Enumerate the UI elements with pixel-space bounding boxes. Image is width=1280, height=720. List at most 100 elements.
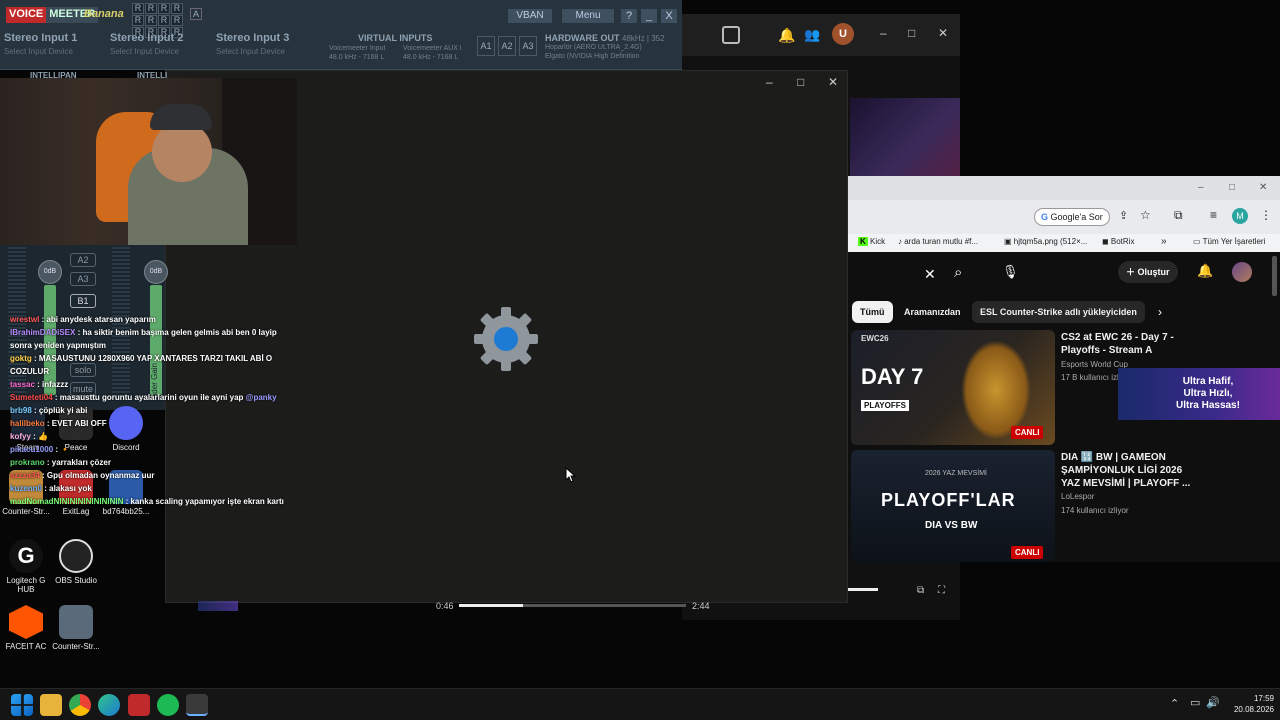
edge-icon[interactable] — [98, 694, 120, 716]
bus-a3-button[interactable]: A3 — [70, 272, 96, 286]
create-button[interactable]: ＋ Oluştur — [1118, 261, 1178, 283]
r-button[interactable]: R — [171, 15, 183, 26]
desktop-icon-cs2[interactable]: Counter-Str... — [50, 605, 102, 651]
tab-search-icon[interactable] — [722, 26, 740, 44]
r-button[interactable]: R — [132, 3, 144, 14]
star-icon[interactable]: ☆ — [1140, 208, 1151, 222]
video-thumbnail[interactable]: EWC26 DAY 7 PLAYOFFS CANLI — [851, 330, 1055, 445]
bookmark-kick[interactable]: K Kick — [858, 237, 885, 246]
vban-button[interactable]: VBAN — [508, 9, 552, 23]
clock[interactable]: 17:59 20.08.2026 — [1224, 693, 1274, 715]
r-button[interactable]: R — [145, 3, 157, 14]
extensions-icon[interactable]: ⧉ — [1174, 208, 1183, 223]
kebab-menu-icon[interactable]: ⋮ — [1260, 208, 1272, 222]
desktop-icon-faceit[interactable]: FACEIT AC — [0, 605, 52, 651]
bookmark-tiktok[interactable]: ♪ arda turan mutlu #f... — [898, 237, 978, 246]
menu-button[interactable]: Menu — [562, 9, 614, 23]
minimize-icon[interactable]: – — [766, 75, 773, 89]
chat-mention[interactable]: @panky — [246, 393, 277, 402]
chevron-right-icon[interactable]: › — [1158, 305, 1162, 319]
avatar[interactable]: U — [832, 23, 854, 45]
bookmark-botrix[interactable]: ◼ BotRix — [1102, 237, 1134, 246]
input-2-name[interactable]: Stereo Input 2 — [110, 32, 183, 44]
share-icon[interactable]: ⇪ — [1119, 209, 1128, 222]
mic-icon[interactable]: 🎙 — [1002, 264, 1019, 280]
chip-from-search[interactable]: Aramanızdan — [896, 301, 969, 323]
gain-knob[interactable]: 0dB — [144, 260, 168, 284]
clear-search-icon[interactable]: ✕ — [924, 266, 936, 283]
input-3-name[interactable]: Stereo Input 3 — [216, 32, 289, 44]
chat-username[interactable]: wrestwl — [10, 315, 39, 324]
media-icon[interactable]: ≡ — [1210, 208, 1217, 222]
ad-banner[interactable]: Ultra Hafif, Ultra Hızlı, Ultra Hassas! — [1118, 368, 1280, 420]
chat-username[interactable]: kofyy — [10, 432, 31, 441]
close-icon[interactable]: ✕ — [828, 75, 838, 89]
video-title[interactable]: CS2 at EWC 26 - Day 7 - Playoffs - Strea… — [1061, 331, 1191, 357]
bus-a2-button[interactable]: A2 — [70, 253, 96, 267]
bus-b1-button[interactable]: B1 — [70, 294, 96, 308]
voicemeeter-icon[interactable] — [128, 694, 150, 716]
input-1-device[interactable]: Select Input Device — [4, 47, 73, 56]
channel-name[interactable]: LoLespor — [1061, 492, 1094, 501]
settings-icon[interactable] — [186, 694, 208, 716]
file-explorer-icon[interactable] — [40, 694, 62, 716]
chip-all[interactable]: Tümü — [852, 301, 893, 323]
bookmark-image[interactable]: ▣ hjtqm5a.png (512×... — [1004, 237, 1087, 246]
help-button[interactable]: ? — [621, 9, 637, 23]
close-icon[interactable]: ✕ — [938, 26, 948, 40]
all-bookmarks[interactable]: ▭ Tüm Yer İşaretleri — [1193, 237, 1265, 246]
search-icon[interactable]: ⌕ — [954, 264, 962, 281]
chat-username[interactable]: prokrano — [10, 458, 45, 467]
close-icon[interactable]: ✕ — [1259, 182, 1267, 193]
r-button[interactable]: R — [132, 15, 144, 26]
miniplayer-icon[interactable]: ⧉ — [917, 585, 924, 596]
r-button[interactable]: R — [171, 3, 183, 14]
close-button[interactable]: X — [661, 9, 677, 23]
video-thumbnail[interactable]: 2026 YAZ MEVSİMİ PLAYOFF'LAR DIA VS BW C… — [851, 450, 1055, 562]
volume-icon[interactable]: 🔊 — [1206, 696, 1220, 709]
desktop-icon-logitech[interactable]: G Logitech G HUB — [0, 539, 52, 594]
notification-bell-icon[interactable]: 🔔 — [1197, 263, 1213, 279]
google-ask-button[interactable]: G Google'a Sor — [1034, 208, 1110, 226]
maximize-icon[interactable]: □ — [797, 75, 804, 89]
volume-slider[interactable] — [848, 588, 878, 591]
a2-button[interactable]: A2 — [498, 36, 516, 56]
maximize-icon[interactable]: □ — [908, 26, 915, 40]
chat-username[interactable]: pikacu1000 — [10, 445, 53, 454]
maximize-icon[interactable]: □ — [1229, 182, 1235, 193]
minimize-button[interactable]: _ — [641, 9, 657, 23]
spotify-icon[interactable] — [157, 694, 179, 716]
network-icon[interactable]: ▭ — [1190, 696, 1200, 709]
chat-username[interactable]: brb98 — [10, 406, 32, 415]
a1-button[interactable]: A1 — [477, 36, 495, 56]
a-button[interactable]: A — [190, 8, 203, 20]
chat-username[interactable]: goktg — [10, 354, 32, 363]
chat-username[interactable]: szzza34 — [10, 471, 40, 480]
scrollbar[interactable] — [1272, 256, 1277, 296]
chat-username[interactable]: madNomadNININININININININ — [10, 497, 123, 506]
chat-username[interactable]: Sumeteti04 — [10, 393, 53, 402]
chevron-up-icon[interactable]: ⌃ — [1170, 697, 1179, 710]
chip-esl[interactable]: ESL Counter-Strike adlı yükleyiciden — [972, 301, 1145, 323]
input-2-device[interactable]: Select Input Device — [110, 47, 179, 56]
chat-username[interactable]: tassac — [10, 380, 35, 389]
desktop-icon-obs[interactable]: OBS Studio — [50, 539, 102, 585]
gain-knob[interactable]: 0dB — [38, 260, 62, 284]
chat-username[interactable]: halilbeko — [10, 419, 45, 428]
minimize-icon[interactable]: – — [880, 26, 887, 40]
minimize-icon[interactable]: – — [1198, 182, 1204, 193]
channel-avatar[interactable] — [1232, 262, 1252, 282]
people-icon[interactable]: 👥 — [804, 27, 820, 43]
bell-icon[interactable]: 🔔 — [778, 27, 795, 44]
r-button[interactable]: R — [145, 15, 157, 26]
seek-bar[interactable] — [459, 604, 686, 607]
video-title[interactable]: DIA 🔢 BW | GAMEON ŞAMPİYONLUK LİGİ 2026 … — [1061, 451, 1191, 490]
r-button[interactable]: R — [158, 15, 170, 26]
profile-avatar[interactable]: M — [1232, 208, 1248, 224]
chrome-icon[interactable] — [69, 694, 91, 716]
input-1-name[interactable]: Stereo Input 1 — [4, 32, 77, 44]
hardware-out-device[interactable]: Elgato (NVIDIA High Definition — [545, 52, 665, 61]
input-3-device[interactable]: Select Input Device — [216, 47, 285, 56]
chat-username[interactable]: IBrahimDADiSEX — [10, 328, 75, 337]
a3-button[interactable]: A3 — [519, 36, 537, 56]
